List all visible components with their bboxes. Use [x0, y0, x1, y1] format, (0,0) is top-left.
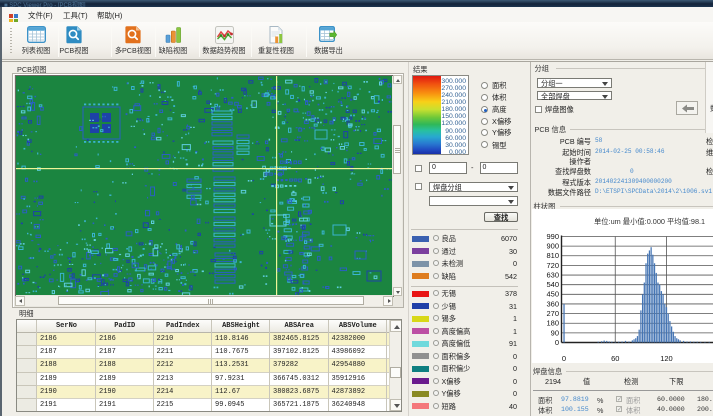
svg-text:630: 630 [546, 270, 559, 279]
svg-text:450: 450 [546, 290, 559, 299]
svg-text:0: 0 [562, 354, 566, 363]
svg-text:0: 0 [555, 338, 559, 347]
svg-text:990: 990 [546, 232, 559, 241]
svg-text:810: 810 [546, 251, 559, 260]
svg-text:900: 900 [546, 242, 559, 251]
svg-text:90: 90 [551, 328, 559, 337]
svg-text:120: 120 [660, 354, 673, 363]
svg-text:270: 270 [546, 309, 559, 318]
svg-text:60: 60 [611, 354, 619, 363]
svg-text:720: 720 [546, 261, 559, 270]
svg-text:360: 360 [546, 299, 559, 308]
svg-text:540: 540 [546, 280, 559, 289]
svg-text:单位:um 最小值:0.000 平均值:98.1: 单位:um 最小值:0.000 平均值:98.1 [594, 217, 705, 226]
svg-text:180: 180 [546, 319, 559, 328]
